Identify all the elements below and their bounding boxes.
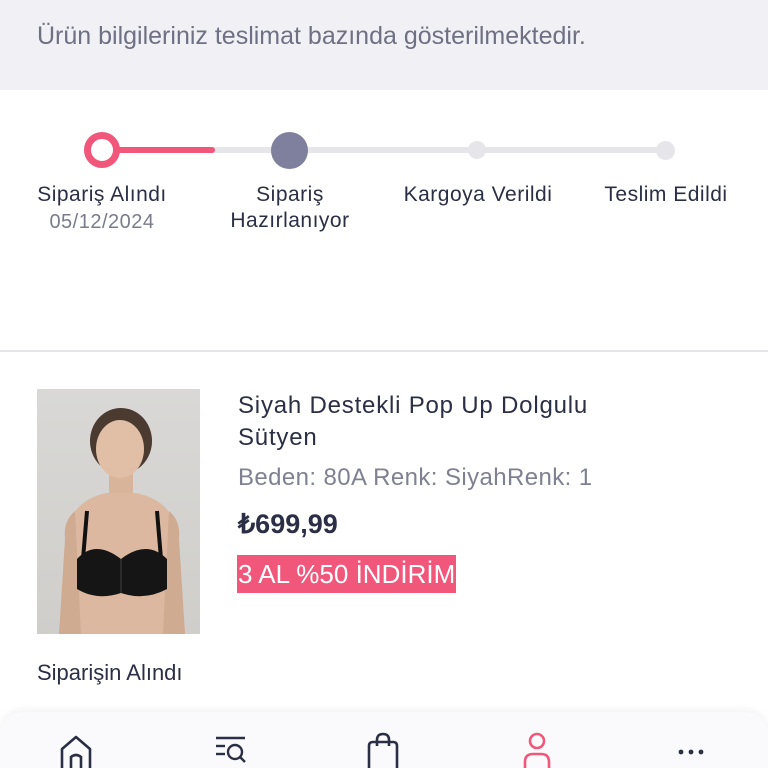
order-status-text: Siparişin Alındı [37,660,183,685]
section-divider [0,350,768,352]
step-label: Sipariş Hazırlanıyor [230,183,350,232]
order-detail-page: Ürün bilgileriniz teslimat bazında göste… [0,0,768,768]
nav-home[interactable] [56,732,96,768]
step-shipped: Kargoya Verildi [398,182,558,208]
step-indicator-delivered [656,141,675,160]
step-preparing: Sipariş Hazırlanıyor [210,182,370,234]
info-text: Ürün bilgileriniz teslimat bazında göste… [37,22,586,50]
shopping-bag-icon [367,732,399,768]
nav-cart[interactable] [363,732,403,768]
home-icon [60,735,92,768]
product-image[interactable] [37,389,200,634]
account-icon [523,732,551,768]
step-label: Sipariş Alındı [37,183,167,206]
product-name[interactable]: Siyah Destekli Pop Up Dolgulu Sütyen [238,390,598,454]
order-progress-tracker: Sipariş Alındı 05/12/2024 Sipariş Hazırl… [0,90,768,350]
more-icon [678,749,704,755]
step-label: Kargoya Verildi [403,183,553,206]
promo-badge: 3 AL %50 İNDİRİM [237,555,457,593]
step-delivered: Teslim Edildi [586,182,746,208]
step-received: Sipariş Alındı 05/12/2024 [22,182,182,235]
step-indicator-received [84,132,120,168]
step-label: Teslim Edildi [604,183,728,206]
nav-search[interactable] [211,732,251,768]
product-attributes: Beden: 80A Renk: SiyahRenk: 1 [238,464,593,491]
nav-more[interactable] [671,732,711,768]
info-banner: Ürün bilgileriniz teslimat bazında göste… [0,0,768,90]
product-price: ₺699,99 [238,509,338,539]
step-indicator-preparing [271,132,308,169]
step-date: 05/12/2024 [49,211,155,233]
step-indicator-shipped [468,141,486,159]
bottom-navigation [0,712,768,768]
search-list-icon [216,736,246,763]
nav-account[interactable] [517,732,557,768]
